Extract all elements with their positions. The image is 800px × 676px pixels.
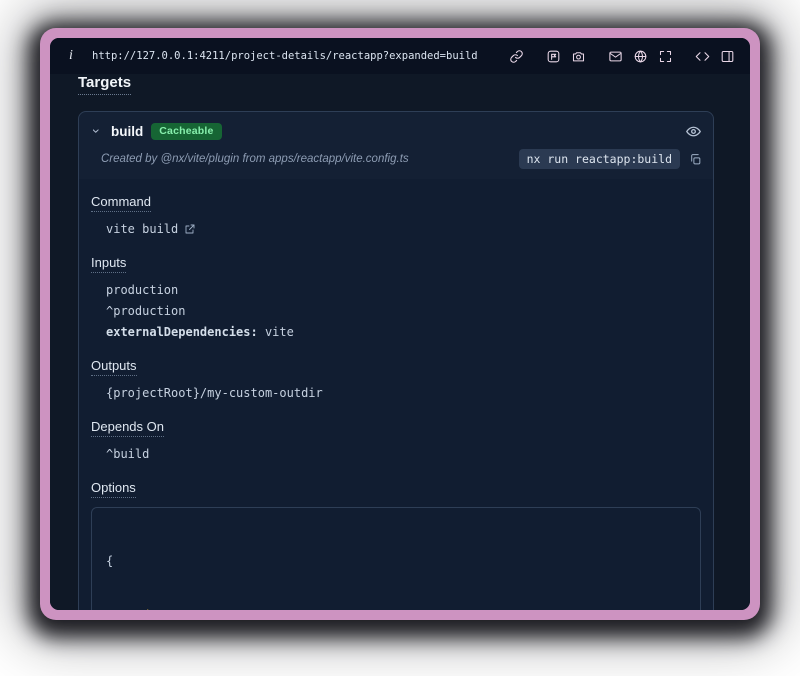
- external-deps-key: externalDependencies:: [106, 325, 258, 339]
- book-icon[interactable]: [719, 48, 736, 65]
- section-heading-outputs: Outputs: [91, 358, 137, 376]
- expand-icon[interactable]: [657, 48, 674, 65]
- build-header-subrow: Created by @nx/vite/plugin from apps/rea…: [91, 149, 703, 169]
- mail-icon[interactable]: [607, 48, 624, 65]
- input-item: production: [106, 282, 701, 299]
- browser-topbar: i http://127.0.0.1:4211/project-details/…: [50, 38, 750, 74]
- json-key: "cwd": [120, 608, 156, 610]
- external-deps-value: vite: [258, 325, 294, 339]
- section-heading-depends-on: Depends On: [91, 419, 164, 437]
- run-command-chip: nx run reactapp:build: [519, 149, 680, 169]
- chevron-down-icon: ›: [90, 125, 104, 137]
- build-card-body: Command vite build Inputs production ^pr…: [79, 179, 713, 610]
- section-options: Options { "cwd": "apps/reactapp" }: [91, 479, 701, 610]
- external-link-icon[interactable]: [184, 223, 196, 235]
- section-heading-options: Options: [91, 480, 136, 498]
- build-header-row[interactable]: › build Cacheable: [91, 120, 703, 142]
- browser-window: i http://127.0.0.1:4211/project-details/…: [40, 28, 760, 620]
- section-command: Command vite build: [91, 193, 701, 238]
- input-item-external-deps: externalDependencies: vite: [106, 324, 701, 341]
- flag-icon[interactable]: [545, 48, 562, 65]
- page-title: Targets: [78, 74, 131, 95]
- code-icon[interactable]: [694, 48, 711, 65]
- build-card-header: › build Cacheable Created by @nx/vite/pl…: [79, 112, 713, 179]
- options-json-block: { "cwd": "apps/reactapp" }: [91, 507, 701, 610]
- globe-icon[interactable]: [632, 48, 649, 65]
- command-text: vite build: [106, 222, 178, 236]
- created-by-text: Created by @nx/vite/plugin from apps/rea…: [101, 153, 409, 165]
- info-icon[interactable]: i: [64, 48, 78, 64]
- json-line: {: [106, 552, 686, 570]
- camera-icon[interactable]: [570, 48, 587, 65]
- link-icon[interactable]: [508, 48, 525, 65]
- eye-icon[interactable]: [683, 121, 703, 141]
- url-bar[interactable]: http://127.0.0.1:4211/project-details/re…: [92, 50, 478, 62]
- section-heading-command: Command: [91, 194, 151, 212]
- project-details-view: Targets › build Cacheable Created by @nx…: [50, 74, 750, 610]
- app-frame: i http://127.0.0.1:4211/project-details/…: [50, 38, 750, 610]
- section-depends-on: Depends On ^build: [91, 418, 701, 463]
- copy-icon[interactable]: [687, 151, 703, 167]
- input-item: ^production: [106, 303, 701, 320]
- cacheable-badge: Cacheable: [151, 123, 221, 140]
- target-card-build: › build Cacheable Created by @nx/vite/pl…: [78, 111, 714, 610]
- section-heading-inputs: Inputs: [91, 255, 126, 273]
- section-outputs: Outputs {projectRoot}/my-custom-outdir: [91, 357, 701, 402]
- json-line: "cwd": "apps/reactapp": [106, 606, 686, 610]
- depends-on-item: ^build: [106, 446, 701, 463]
- target-name: build: [111, 124, 143, 139]
- command-value: vite build: [106, 221, 701, 238]
- json-value: "apps/reactapp": [171, 608, 279, 610]
- output-item: {projectRoot}/my-custom-outdir: [106, 385, 701, 402]
- section-inputs: Inputs production ^production externalDe…: [91, 254, 701, 341]
